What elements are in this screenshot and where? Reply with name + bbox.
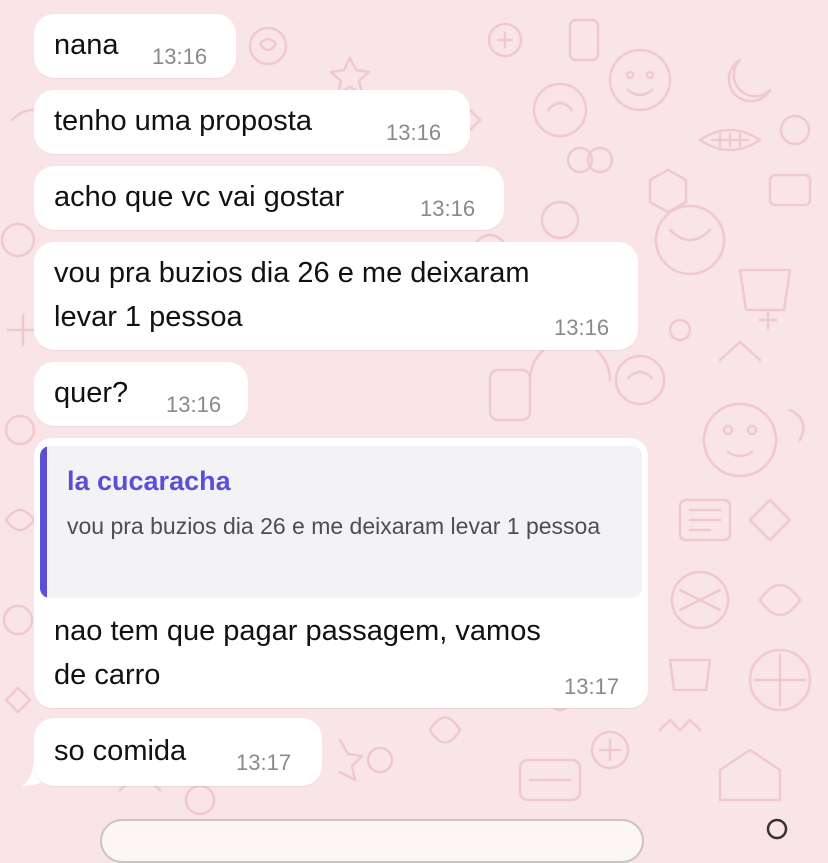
message-timestamp: 13:16 [386,120,442,145]
message-text: nana [54,29,119,61]
message-timestamp: 13:17 [236,750,292,775]
quoted-message[interactable]: la cucaracha vou pra buzios dia 26 e me … [40,446,642,598]
message-text-line2: levar 1 pessoa [54,301,243,333]
chat-thread: nana 13:16 tenho uma proposta 13:16 acho… [0,0,828,863]
message-timestamp: 13:17 [564,674,620,699]
message-bubble[interactable]: quer? 13:16 [34,362,248,426]
message-text: tenho uma proposta [54,105,312,137]
message-text-line1: nao tem que pagar passagem, vamos [54,615,541,647]
message-text: quer? [54,377,129,409]
message-timestamp: 13:16 [554,315,610,340]
message-timestamp: 13:16 [152,44,208,69]
camera-icon[interactable] [766,818,788,840]
quoted-author: la cucaracha [67,466,231,496]
message-bubble[interactable]: nana 13:16 [34,14,236,78]
message-bubble[interactable]: tenho uma proposta 13:16 [34,90,470,154]
message-timestamp: 13:16 [166,392,222,417]
quote-accent-bar [40,446,47,598]
quoted-text: vou pra buzios dia 26 e me deixaram leva… [67,513,601,539]
message-text-line2: de carro [54,659,161,691]
message-timestamp: 13:16 [420,196,476,221]
message-text: acho que vc vai gostar [54,181,345,213]
message-text-line1: vou pra buzios dia 26 e me deixaram [54,257,530,289]
message-bubble[interactable]: so comida 13:17 [34,718,322,786]
message-text: so comida [54,735,187,767]
message-bubble[interactable]: acho que vc vai gostar 13:16 [34,166,504,230]
message-bubble[interactable]: vou pra buzios dia 26 e me deixaram leva… [34,242,638,350]
message-input[interactable] [100,819,644,863]
